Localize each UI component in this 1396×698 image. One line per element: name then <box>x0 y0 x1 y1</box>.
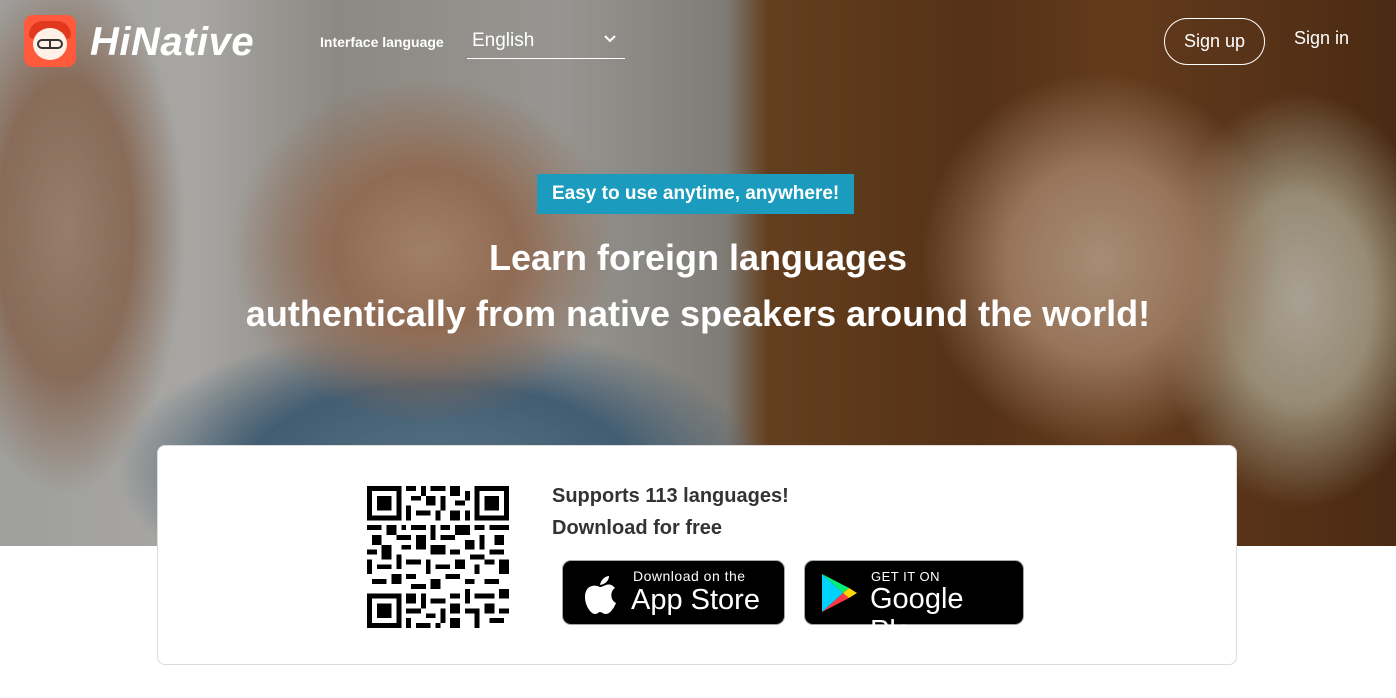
app-store-small-text: Download on the <box>633 568 746 584</box>
app-store-big-text: App Store <box>631 584 760 616</box>
download-free-text: Download for free <box>552 517 723 539</box>
signup-button[interactable]: Sign up <box>1164 18 1265 65</box>
hinative-logo-icon[interactable] <box>24 15 76 67</box>
brand-name[interactable]: HiNative <box>90 18 254 66</box>
interface-language-label: Interface language <box>320 34 444 50</box>
language-select-value: English <box>472 30 535 51</box>
language-select[interactable]: English <box>467 24 625 59</box>
google-play-badge[interactable]: GET IT ON Google Play <box>804 560 1024 647</box>
apple-icon <box>585 576 616 614</box>
google-play-icon <box>822 574 857 612</box>
hero-headline-line1: Learn foreign languages <box>488 237 908 278</box>
google-play-small-text: GET IT ON <box>871 569 941 584</box>
download-card: Supports 113 languages! Download for fre… <box>157 445 1237 665</box>
app-store-badge[interactable]: Download on the App Store <box>562 560 785 625</box>
google-play-big-text: Google Play <box>870 583 964 647</box>
supports-languages-text: Supports 113 languages! <box>552 485 789 507</box>
hero-headline-line2: authentically from native speakers aroun… <box>245 293 1151 334</box>
chevron-down-icon <box>604 35 616 43</box>
signin-link[interactable]: Sign in <box>1294 28 1349 49</box>
tagline-badge: Easy to use anytime, anywhere! <box>537 174 855 214</box>
qr-code-icon <box>367 486 509 628</box>
